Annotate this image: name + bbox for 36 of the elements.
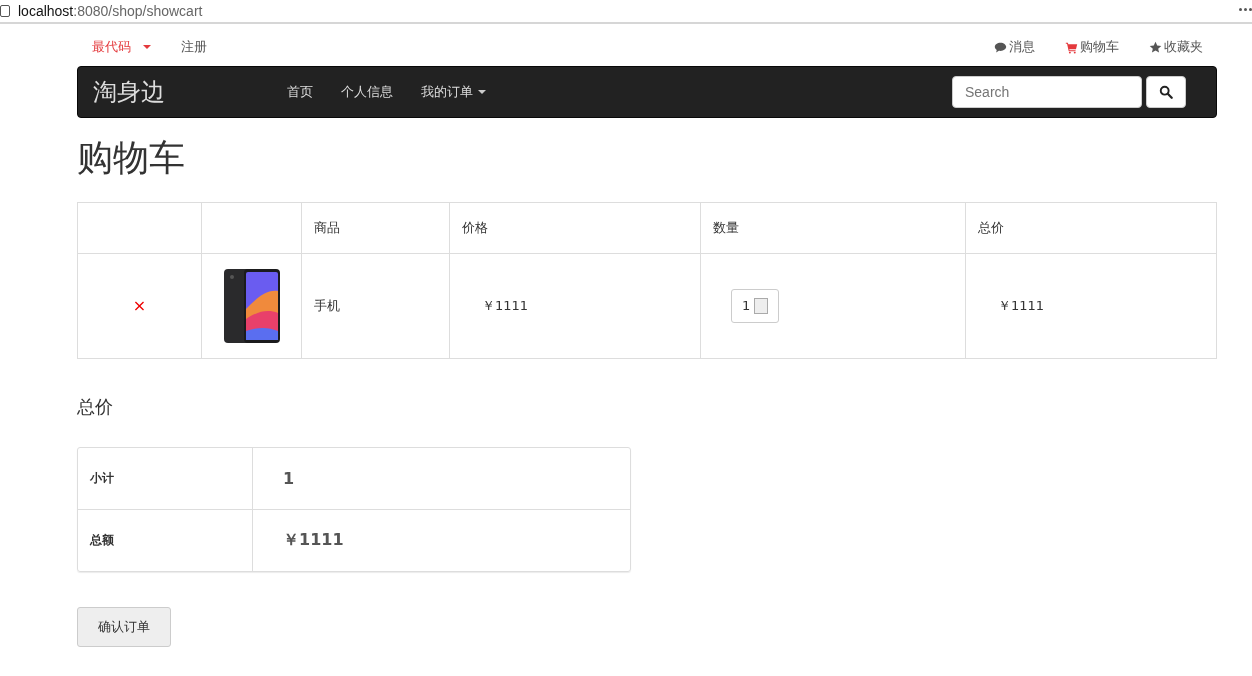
page-title: 购物车 [77,138,186,178]
summary-label: 小计 [78,447,253,509]
remove-link[interactable]: × [132,296,147,316]
search-button[interactable] [1146,76,1186,108]
address-bar[interactable]: localhost:8080/shop/showcart [18,3,203,19]
column-header: 总价 [965,202,1217,254]
account-dropdown[interactable]: 最代码 [92,38,151,56]
page-info-icon[interactable] [0,5,10,17]
cart-icon [1065,40,1078,54]
summary-label: 总额 [78,509,253,571]
column-header: 商品 [301,202,450,254]
total-text: ￥1111 [998,297,1045,313]
nav-link[interactable]: 首页 [273,83,327,101]
orders-dropdown[interactable]: 我的订单 [407,83,500,101]
register-link[interactable]: 注册 [181,38,207,56]
brand-link[interactable]: 淘身边 [93,76,273,108]
cart-link[interactable]: 购物车 [1065,38,1119,56]
search-field[interactable]: Search [952,76,1142,108]
summary-value: ￥1111 [282,529,344,551]
search-icon [1159,85,1173,99]
product-name: 手机 [314,297,340,313]
favorites-link[interactable]: 收藏夹 [1149,38,1203,56]
confirm-order-button[interactable]: 确认订单 [77,606,171,647]
column-header: 数量 [700,202,966,254]
price-text: ￥1111 [482,297,529,313]
caret-icon [478,90,486,94]
column-header: 价格 [449,202,701,254]
summary-title: 总价 [77,394,114,419]
star-icon [1149,40,1162,54]
caret-icon [143,45,151,49]
nav-link[interactable]: 个人信息 [327,83,407,101]
summary-value: 1 [282,468,295,488]
speech-bubble-icon [994,40,1007,54]
quantity-field[interactable]: 1 [731,288,780,323]
messages-link[interactable]: 消息 [994,38,1035,56]
more-icon[interactable] [1239,8,1252,11]
